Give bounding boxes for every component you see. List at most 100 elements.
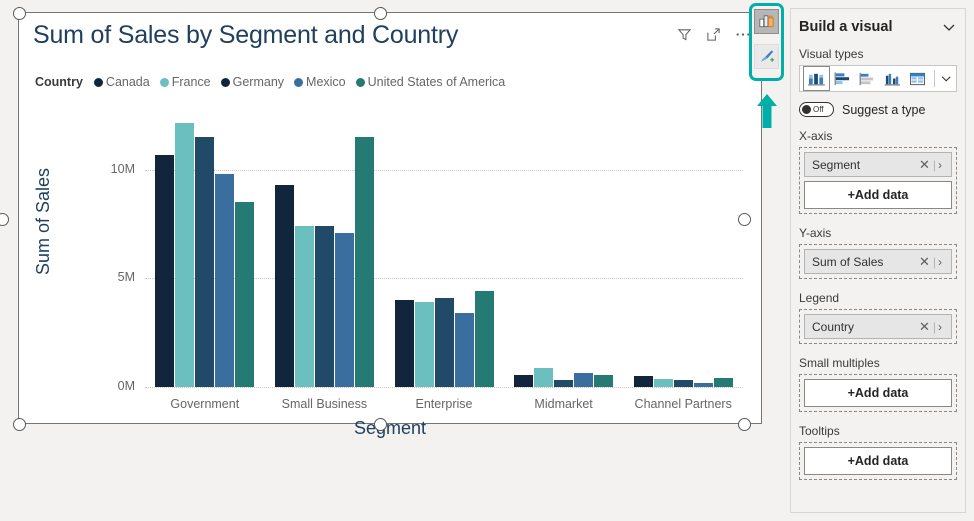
bar-group: [274, 137, 374, 387]
bar[interactable]: [673, 380, 693, 387]
resize-handle-right-middle[interactable]: [738, 213, 751, 226]
resize-handle-top-center[interactable]: [374, 7, 387, 20]
bar-group: [514, 368, 614, 387]
resize-handle-bottom-right[interactable]: [738, 418, 751, 431]
stacked-column-chart-icon[interactable]: [803, 66, 830, 91]
bar-group: [155, 123, 255, 387]
bar[interactable]: [713, 377, 733, 387]
legend-item[interactable]: Germany: [220, 75, 285, 89]
bar[interactable]: [235, 202, 255, 387]
build-visual-pane: Build a visual Visual types Off Suggest …: [790, 8, 966, 513]
bar[interactable]: [514, 374, 534, 387]
bar-group: [633, 376, 733, 387]
remove-field-icon[interactable]: ✕: [916, 157, 933, 173]
add-data-button[interactable]: +Add data: [804, 181, 952, 209]
chevron-right-icon[interactable]: ›: [936, 158, 944, 172]
well-label: Legend: [799, 291, 840, 305]
well-label: Tooltips: [799, 424, 840, 438]
bar[interactable]: [454, 313, 474, 387]
x-axis-tick-label: Enterprise: [415, 397, 473, 411]
field-chip-label: Country: [812, 319, 855, 334]
clustered-bar-chart-icon[interactable]: [855, 67, 880, 90]
legend-swatch: [294, 77, 304, 87]
filter-icon[interactable]: [677, 27, 692, 42]
bar[interactable]: [314, 226, 334, 387]
field-well[interactable]: Sum of Sales ✕ | ›: [799, 244, 957, 279]
plot-area: Sum of Sales 0M 5M 10M Government Small Bus…: [19, 99, 761, 438]
field-well[interactable]: Country ✕ | ›: [799, 309, 957, 344]
chevron-right-icon[interactable]: ›: [936, 320, 944, 334]
resize-handle-top-left[interactable]: [13, 7, 26, 20]
add-data-button[interactable]: +Add data: [804, 447, 952, 475]
paintbrush-glyph: [760, 50, 775, 62]
field-chip-label: Segment: [812, 157, 861, 172]
bar[interactable]: [175, 123, 195, 387]
field-well[interactable]: Segment ✕ | › +Add data: [799, 147, 957, 214]
suggest-a-type-toggle[interactable]: Off: [799, 102, 834, 117]
add-data-button[interactable]: +Add data: [804, 379, 952, 407]
resize-handle-left-middle[interactable]: [0, 213, 9, 226]
bar[interactable]: [334, 232, 354, 387]
bar[interactable]: [394, 300, 414, 387]
chevron-down-icon[interactable]: [941, 19, 957, 35]
bar[interactable]: [414, 302, 434, 387]
remove-field-icon[interactable]: ✕: [916, 254, 933, 270]
bar-group: [394, 291, 494, 387]
resize-handle-bottom-center[interactable]: [374, 418, 387, 431]
bar[interactable]: [434, 297, 454, 387]
bars-container: Government Small Business Enterprise Midmar…: [145, 99, 743, 423]
suggest-a-type-row[interactable]: Off Suggest a type: [799, 102, 957, 117]
bar[interactable]: [354, 137, 374, 387]
bar[interactable]: [633, 376, 653, 387]
bar[interactable]: [693, 382, 713, 387]
y-axis-title: Sum of Sales: [33, 167, 53, 275]
legend-label: Germany: [232, 75, 285, 89]
build-visual-icon[interactable]: [754, 9, 779, 34]
chevron-down-icon[interactable]: [939, 71, 953, 86]
bar[interactable]: [554, 380, 574, 387]
resize-handle-bottom-left[interactable]: [13, 418, 26, 431]
legend-item[interactable]: United States of America: [355, 75, 505, 89]
focus-mode-icon[interactable]: [706, 27, 721, 42]
bar[interactable]: [474, 291, 494, 387]
legend-item[interactable]: France: [159, 75, 211, 89]
chart-legend: Country Canada France Germany Mexico Uni…: [35, 75, 510, 89]
bar[interactable]: [215, 174, 235, 387]
pane-title: Build a visual: [799, 19, 893, 35]
bar[interactable]: [534, 368, 554, 387]
bar[interactable]: [294, 226, 314, 387]
field-chip[interactable]: Country ✕ | ›: [804, 314, 952, 339]
legend-label: France: [171, 75, 211, 89]
visual-types-gallery: [799, 65, 957, 92]
stacked-bar-chart-icon[interactable]: [830, 67, 855, 90]
table-icon[interactable]: [905, 67, 930, 90]
field-chip[interactable]: Segment ✕ | ›: [804, 152, 952, 177]
toggle-knob: [802, 105, 811, 114]
clustered-column-chart-icon[interactable]: [880, 67, 905, 90]
bar[interactable]: [594, 375, 614, 387]
legend-item[interactable]: Mexico: [294, 75, 346, 89]
legend-swatch: [93, 77, 103, 87]
bar[interactable]: [653, 379, 673, 387]
legend-item[interactable]: Canada: [93, 75, 150, 89]
bar[interactable]: [155, 154, 175, 387]
format-visual-icon[interactable]: [754, 44, 779, 69]
well-label: Y-axis: [799, 226, 832, 240]
bar[interactable]: [574, 372, 594, 387]
bar[interactable]: [195, 137, 215, 387]
field-chip[interactable]: Sum of Sales ✕ | ›: [804, 249, 952, 274]
bar[interactable]: [274, 185, 294, 387]
field-wells: X-axis Segment ✕ | › +Add data Y-axis Sum of Sa…: [799, 129, 957, 480]
well-label: X-axis: [799, 129, 833, 143]
field-well[interactable]: +Add data: [799, 374, 957, 412]
visual-container[interactable]: Sum of Sales by Segment and Country Coun…: [18, 12, 762, 438]
chevron-right-icon[interactable]: ›: [936, 255, 944, 269]
well-label: Small multiples: [799, 356, 880, 370]
field-chip-label: Sum of Sales: [812, 254, 884, 269]
legend-label: Mexico: [306, 75, 346, 89]
x-axis-tick-label: Small Business: [281, 397, 368, 411]
suggest-a-type-label: Suggest a type: [842, 102, 926, 117]
visual-types-label: Visual types: [799, 47, 864, 61]
field-well[interactable]: +Add data: [799, 442, 957, 480]
remove-field-icon[interactable]: ✕: [916, 319, 933, 335]
